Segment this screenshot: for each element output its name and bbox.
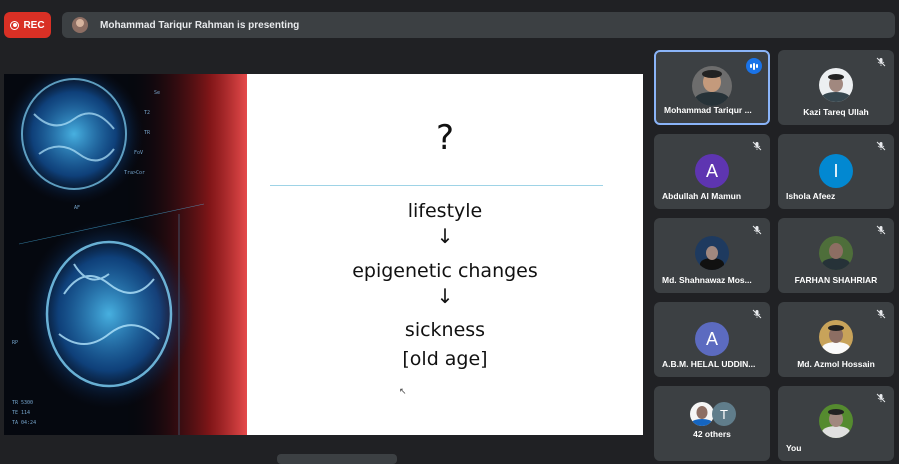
- participant-name: A.B.M. HELAL UDDIN...: [662, 359, 756, 369]
- others-tile[interactable]: T 42 others: [654, 386, 770, 461]
- slide-line-old-age: [old age]: [402, 348, 488, 370]
- participant-tile[interactable]: A A.B.M. HELAL UDDIN...: [654, 302, 770, 377]
- svg-text:T2: T2: [144, 110, 150, 116]
- down-arrow-icon: ↓: [436, 224, 454, 248]
- mic-off-icon: [876, 225, 886, 235]
- participant-avatar: [690, 402, 714, 426]
- mouse-cursor-icon: ↖: [399, 386, 407, 396]
- svg-text:RP: RP: [12, 340, 18, 346]
- presenting-text: Mohammad Tariqur Rahman is presenting: [100, 19, 300, 31]
- participant-tile[interactable]: FARHAN SHAHRIAR: [778, 218, 894, 293]
- slide-divider: [270, 185, 603, 186]
- participant-avatar: [819, 68, 853, 102]
- participant-name: 42 others: [693, 429, 731, 439]
- bottom-toolbar-hint[interactable]: [277, 454, 397, 464]
- speaking-indicator-icon: [746, 58, 762, 74]
- participant-avatar: [819, 320, 853, 354]
- participant-tile[interactable]: You: [778, 386, 894, 461]
- svg-text:Tra>Cor: Tra>Cor: [124, 170, 145, 176]
- participant-tile[interactable]: Kazi Tareq Ullah: [778, 50, 894, 125]
- participant-avatar: A: [695, 322, 729, 356]
- participant-avatar: [819, 404, 853, 438]
- mic-off-icon: [876, 57, 886, 67]
- slide-line-sickness: sickness: [404, 319, 486, 341]
- svg-text:TR: TR: [144, 130, 151, 136]
- participant-name: FARHAN SHAHRIAR: [794, 275, 878, 285]
- brain-scan-image: Se T2 TR FoV Tra>Cor AF RP TR 5300 TE 114 TA 04…: [4, 74, 247, 435]
- participant-tile[interactable]: Mohammad Tariqur ...: [654, 50, 770, 125]
- participant-tile[interactable]: Md. Azmol Hossain: [778, 302, 894, 377]
- participant-avatar: [695, 236, 729, 270]
- record-icon: [10, 20, 20, 30]
- shared-screen: Se T2 TR FoV Tra>Cor AF RP TR 5300 TE 114 TA 04…: [4, 74, 643, 435]
- participant-avatar: T: [712, 402, 736, 426]
- participant-name: Ishola Afeez: [786, 191, 836, 201]
- participant-avatar: [819, 236, 853, 270]
- slide-question-mark: ?: [435, 118, 455, 158]
- svg-text:AF: AF: [74, 205, 80, 211]
- svg-text:FoV: FoV: [134, 150, 143, 156]
- participant-avatar: [692, 66, 732, 106]
- slide-line-lifestyle: lifestyle: [407, 200, 483, 222]
- participant-name: Md. Shahnawaz Mos...: [662, 275, 752, 285]
- svg-text:TR 5300: TR 5300: [12, 400, 33, 406]
- participant-avatar: A: [695, 154, 729, 188]
- mic-off-icon: [876, 141, 886, 151]
- slide-line-epigenetic-changes: epigenetic changes: [352, 260, 538, 282]
- svg-text:TA 04:24: TA 04:24: [12, 420, 36, 426]
- participant-name: Kazi Tareq Ullah: [803, 107, 869, 117]
- recording-indicator[interactable]: REC: [4, 12, 51, 38]
- participant-tile[interactable]: I Ishola Afeez: [778, 134, 894, 209]
- mic-off-icon: [876, 393, 886, 403]
- participant-tile[interactable]: Md. Shahnawaz Mos...: [654, 218, 770, 293]
- others-avatar-group: T: [690, 402, 738, 428]
- participant-name: Md. Azmol Hossain: [797, 359, 875, 369]
- mic-off-icon: [876, 309, 886, 319]
- participant-name: You: [786, 443, 802, 453]
- presenter-avatar: [72, 17, 88, 33]
- mic-off-icon: [752, 309, 762, 319]
- participant-name: Mohammad Tariqur ...: [664, 105, 752, 115]
- mic-off-icon: [752, 141, 762, 151]
- mic-off-icon: [752, 225, 762, 235]
- presentation-slide: ? lifestyle ↓ epigenetic changes ↓ sickn…: [247, 74, 643, 435]
- svg-text:TE 114: TE 114: [12, 410, 30, 416]
- svg-text:Se: Se: [154, 90, 160, 96]
- recording-label: REC: [23, 19, 45, 31]
- participant-name: Abdullah Al Mamun: [662, 191, 742, 201]
- participant-tile[interactable]: A Abdullah Al Mamun: [654, 134, 770, 209]
- down-arrow-icon: ↓: [436, 284, 454, 308]
- participant-avatar: I: [819, 154, 853, 188]
- presenting-banner: Mohammad Tariqur Rahman is presenting: [62, 12, 895, 38]
